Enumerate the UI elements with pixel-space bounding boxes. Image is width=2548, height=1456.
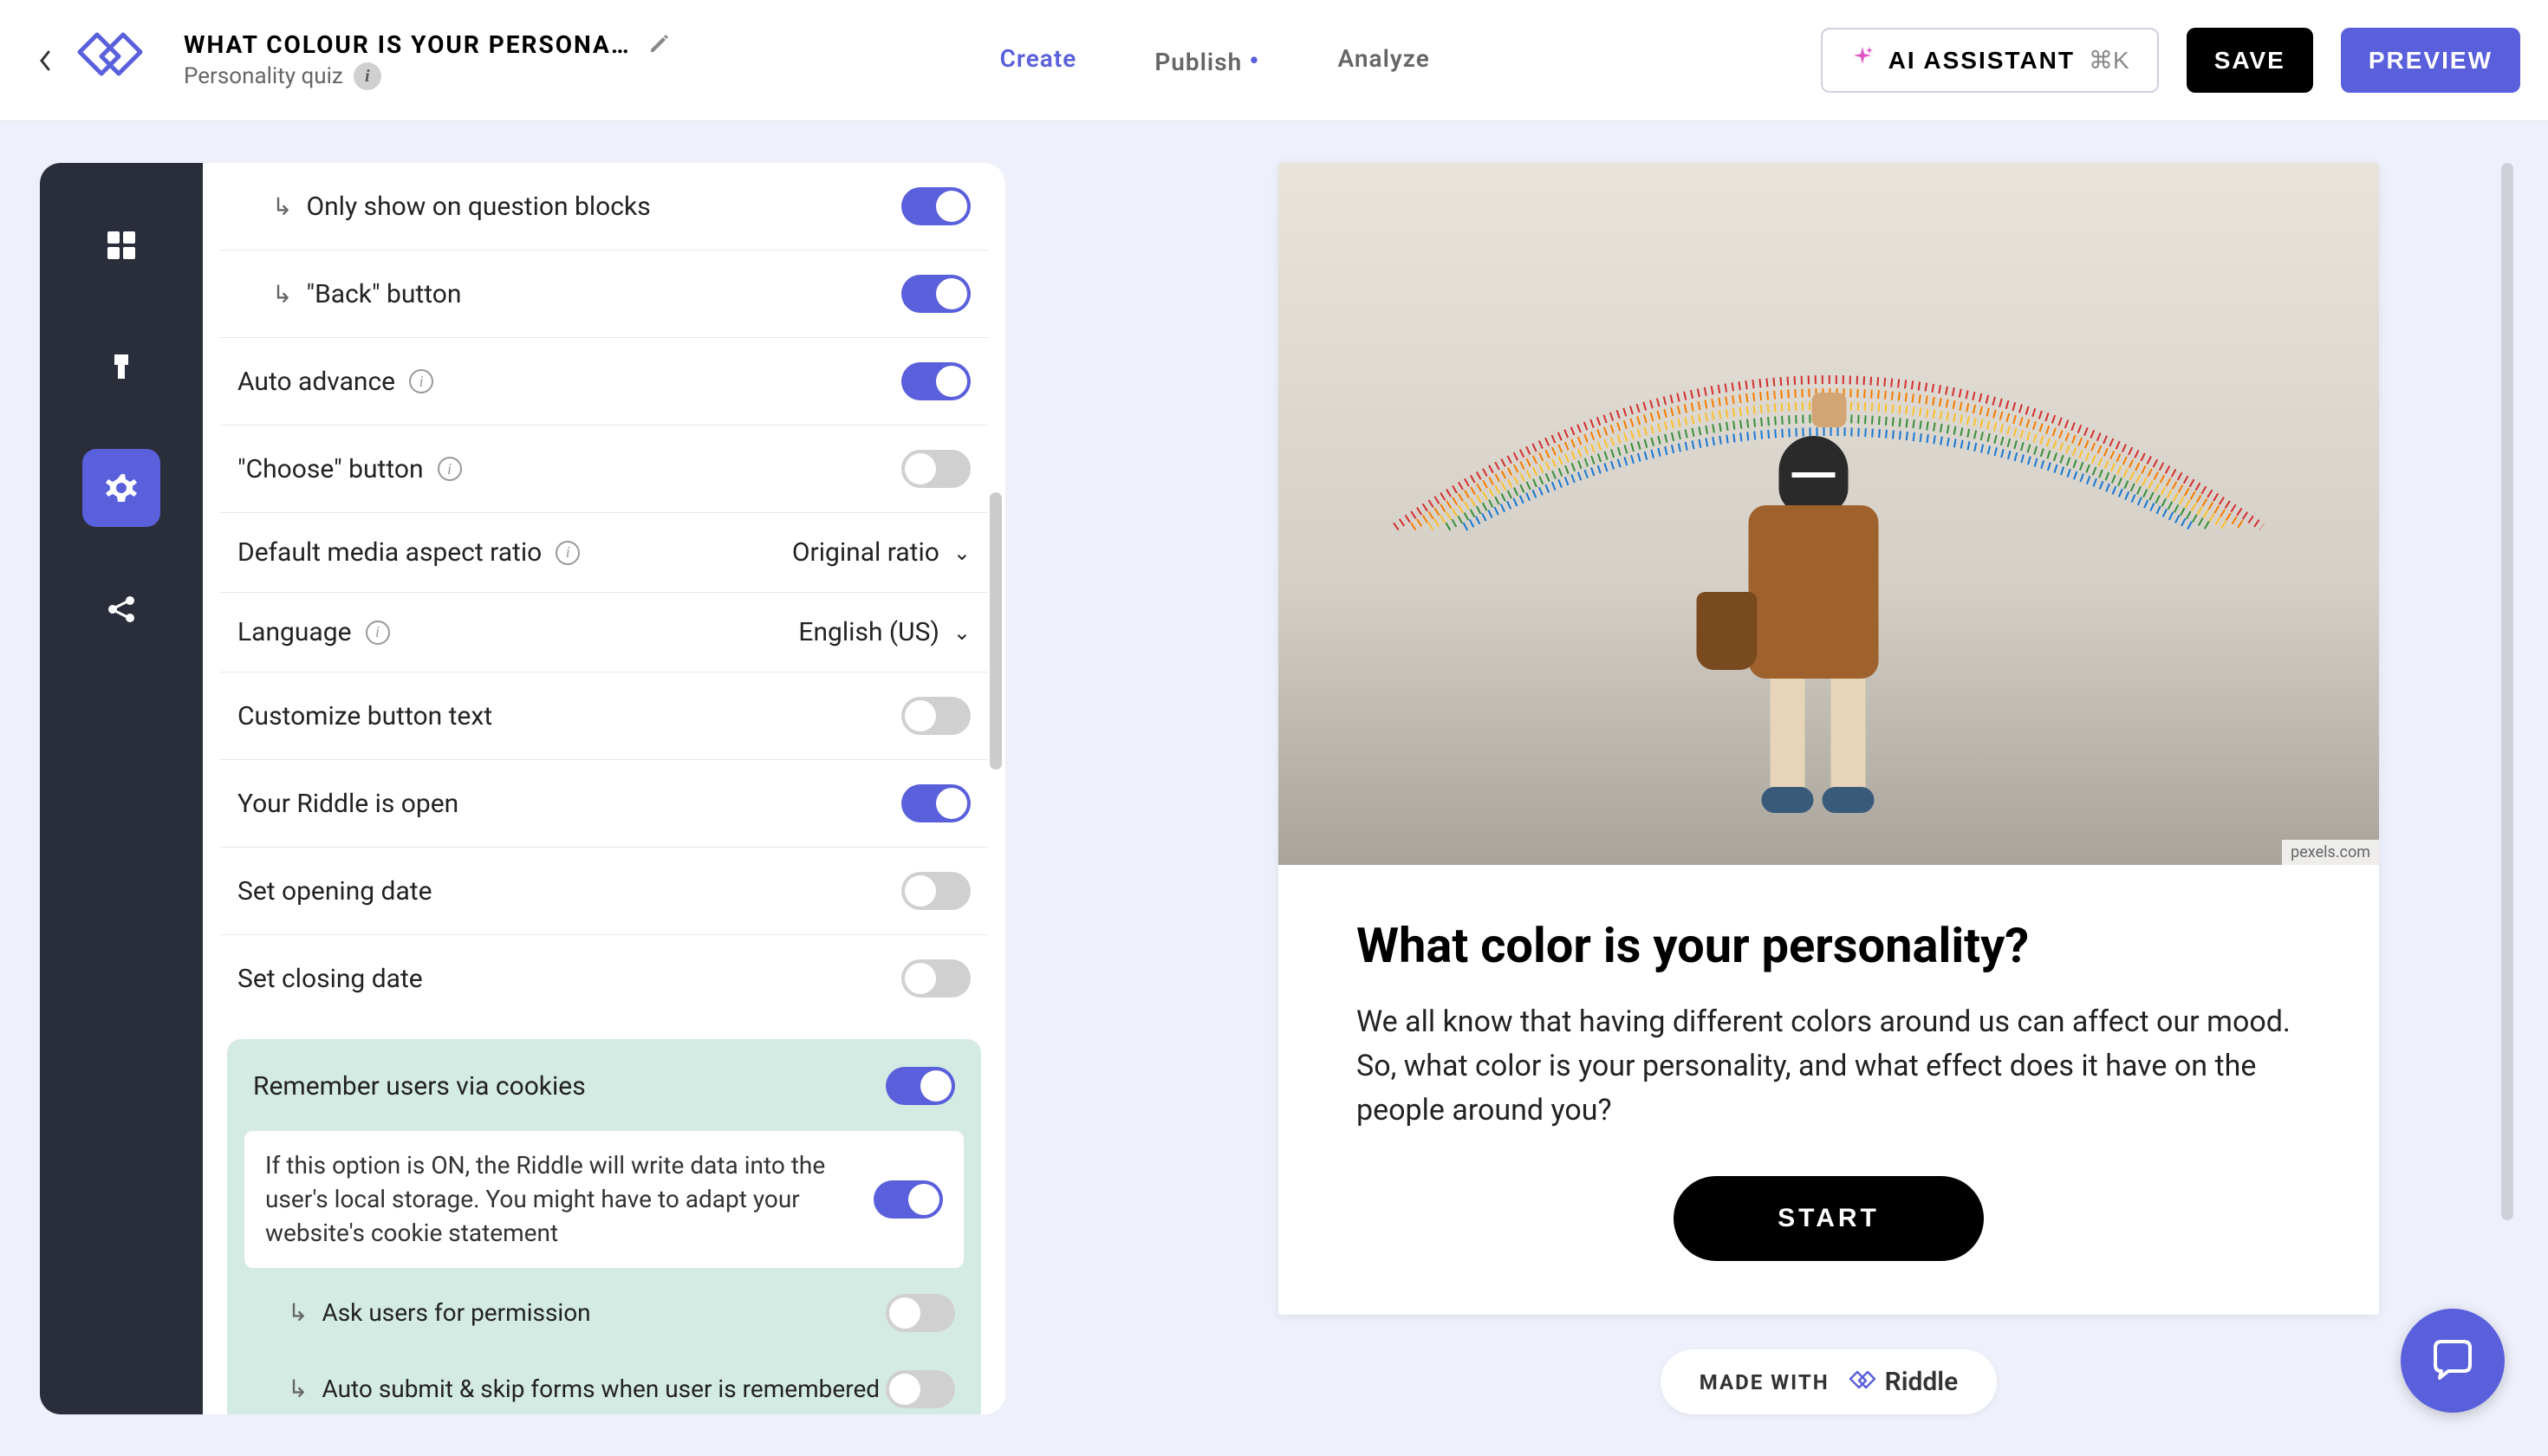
save-button[interactable]: SAVE <box>2187 28 2313 93</box>
brand-logo[interactable] <box>62 26 149 95</box>
setting-opening-date: Set opening date <box>220 848 988 935</box>
toggle-closing-date[interactable] <box>901 959 971 998</box>
setting-riddle-open: Your Riddle is open <box>220 760 988 848</box>
toggle-cookie-write[interactable] <box>874 1180 943 1219</box>
setting-remember-cookies: Remember users via cookies <box>227 1048 981 1124</box>
app-header: WHAT COLOUR IS YOUR PERSONA… Personality… <box>0 0 2548 121</box>
toggle-auto-submit[interactable] <box>886 1370 955 1408</box>
sidebar-blocks-button[interactable] <box>82 206 160 284</box>
indent-arrow-icon: ↳ <box>272 280 292 309</box>
setting-auto-advance: Auto advancei <box>220 338 988 426</box>
toggle-remember-cookies[interactable] <box>886 1067 955 1105</box>
chat-icon <box>2427 1335 2479 1387</box>
gear-icon <box>104 471 139 505</box>
cookie-tooltip: If this option is ON, the Riddle will wr… <box>244 1131 964 1268</box>
toggle-back-button[interactable] <box>901 275 971 313</box>
toggle-customize-button-text[interactable] <box>901 697 971 735</box>
chevron-left-icon <box>36 49 54 73</box>
aspect-ratio-select[interactable]: Original ratio⌄ <box>792 537 971 568</box>
tab-publish[interactable]: Publish • <box>1154 44 1259 77</box>
made-with-badge[interactable]: MADE WITH Riddle <box>1661 1349 1997 1414</box>
setting-closing-date: Set closing date <box>220 935 988 1022</box>
indent-arrow-icon: ↳ <box>272 192 292 221</box>
preview-button[interactable]: PREVIEW <box>2341 28 2520 93</box>
nav-tabs: Create Publish • Analyze <box>1000 44 1430 77</box>
sidebar-share-button[interactable] <box>82 570 160 648</box>
sidebar-settings-button[interactable] <box>82 449 160 527</box>
settings-panel: ↳Only show on question blocks ↳"Back" bu… <box>203 163 1005 1414</box>
setting-only-show-question-blocks: ↳Only show on question blocks <box>220 163 988 250</box>
toggle-auto-advance[interactable] <box>901 362 971 400</box>
chevron-down-icon: ⌄ <box>953 621 971 645</box>
pencil-icon <box>648 32 671 55</box>
subtitle-info-button[interactable]: i <box>354 62 381 90</box>
page-subtitle: Personality quiz <box>184 63 343 89</box>
setting-customize-button-text: Customize button text <box>220 673 988 760</box>
setting-choose-button: "Choose" buttoni <box>220 426 988 513</box>
toggle-ask-permission[interactable] <box>886 1294 955 1332</box>
toggle-only-show-question-blocks[interactable] <box>901 187 971 225</box>
preview-hero-image: pexels.com <box>1278 163 2379 865</box>
panel-scrollbar[interactable] <box>990 492 1002 770</box>
setting-aspect-ratio: Default media aspect ratioi Original rat… <box>220 513 988 593</box>
share-icon <box>104 592 139 627</box>
publish-indicator-dot: • <box>1249 44 1259 77</box>
info-icon[interactable]: i <box>556 541 580 565</box>
start-button[interactable]: START <box>1674 1176 1984 1261</box>
sidebar-design-button[interactable] <box>82 328 160 406</box>
setting-language: Languagei English (US)⌄ <box>220 593 988 673</box>
riddle-logo-small-icon <box>1843 1368 1878 1396</box>
back-button[interactable] <box>28 49 62 73</box>
cookies-section: Remember users via cookies If this optio… <box>227 1039 981 1414</box>
indent-arrow-icon: ↳ <box>288 1298 308 1327</box>
quiz-title: What color is your personality? <box>1356 917 2301 974</box>
page-title: WHAT COLOUR IS YOUR PERSONA… <box>184 30 631 59</box>
riddle-brand: Riddle <box>1843 1367 1959 1397</box>
chat-support-button[interactable] <box>2401 1309 2505 1413</box>
preview-scrollbar[interactable] <box>2501 163 2513 1220</box>
grid-icon <box>104 228 139 263</box>
chevron-down-icon: ⌄ <box>953 541 971 565</box>
info-icon[interactable]: i <box>366 621 390 645</box>
ai-assistant-button[interactable]: AI ASSISTANT ⌘K <box>1821 28 2159 93</box>
toggle-riddle-open[interactable] <box>901 784 971 822</box>
main-content: ↳Only show on question blocks ↳"Back" bu… <box>0 121 2548 1456</box>
info-icon[interactable]: i <box>438 457 462 481</box>
indent-arrow-icon: ↳ <box>288 1375 308 1403</box>
setting-auto-submit: ↳Auto submit & skip forms when user is r… <box>227 1351 981 1414</box>
brush-icon <box>104 349 139 384</box>
title-section: WHAT COLOUR IS YOUR PERSONA… Personality… <box>184 30 671 90</box>
preview-area: pexels.com What color is your personalit… <box>1005 121 2548 1456</box>
riddle-logo-icon <box>62 26 149 95</box>
tab-analyze[interactable]: Analyze <box>1338 44 1430 77</box>
setting-ask-permission: ↳Ask users for permission <box>227 1275 981 1351</box>
toggle-opening-date[interactable] <box>901 872 971 910</box>
quiz-description: We all know that having different colors… <box>1356 1000 2301 1133</box>
setting-back-button: ↳"Back" button <box>220 250 988 338</box>
header-actions: AI ASSISTANT ⌘K SAVE PREVIEW <box>1821 28 2520 93</box>
language-select[interactable]: English (US)⌄ <box>798 617 971 647</box>
toggle-choose-button[interactable] <box>901 450 971 488</box>
sparkle-icon <box>1850 45 1875 75</box>
tab-create[interactable]: Create <box>1000 44 1077 77</box>
person-graphic <box>1779 436 1879 813</box>
edit-title-button[interactable] <box>648 32 671 58</box>
image-credit: pexels.com <box>2282 840 2379 865</box>
preview-card: pexels.com What color is your personalit… <box>1278 163 2379 1315</box>
info-icon[interactable]: i <box>409 369 433 393</box>
left-sidebar <box>40 163 203 1414</box>
